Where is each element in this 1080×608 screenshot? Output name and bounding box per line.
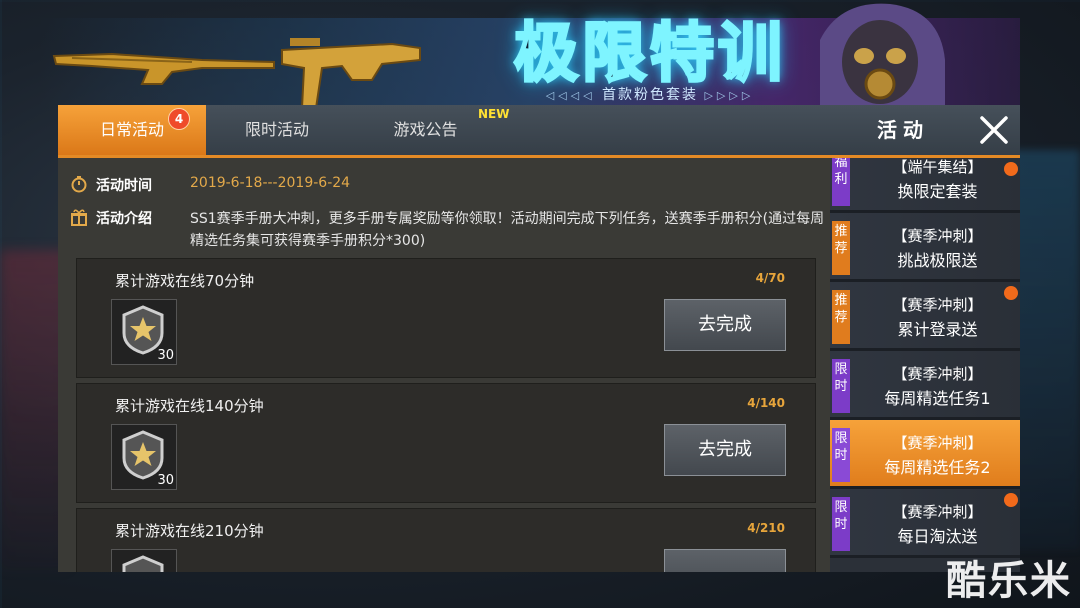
side-item-tag: 福利: [832, 158, 850, 206]
banner-title: 极限特训: [513, 16, 786, 93]
side-item-title: 换限定套装: [897, 182, 978, 201]
side-item-title: 每周精选任务2: [884, 458, 991, 477]
side-item-title: 累计登录送: [897, 320, 978, 339]
side-item-title: 每日淘汰送: [897, 527, 978, 546]
gift-icon: [71, 209, 87, 226]
new-badge: NEW: [478, 107, 510, 121]
tab-limited-label: 限时活动: [244, 120, 309, 139]
go-complete-button[interactable]: [664, 549, 786, 572]
reward-item[interactable]: 30: [111, 299, 177, 365]
banner-subtitle: ◁◁◁◁ 首款粉色套装 ▷▷▷▷: [520, 84, 780, 104]
side-item-category: 【赛季冲刺】: [892, 503, 983, 521]
task-progress: 4/70: [755, 271, 785, 285]
side-item-tag: 推荐: [832, 221, 850, 275]
background-neon-right: [1010, 150, 1080, 550]
side-list-item-selected[interactable]: 限时 【赛季冲刺】 每周精选任务2: [830, 420, 1020, 489]
side-item-category: 【赛季冲刺】: [892, 365, 983, 383]
task-row: 累计游戏在线140分钟 4/140 30 去完成: [76, 383, 816, 503]
activity-time-value: 2019-6-18---2019-6-24: [190, 175, 351, 191]
watermark-logo: 酷乐米: [946, 558, 1072, 604]
task-title: 累计游戏在线70分钟: [115, 272, 255, 290]
side-item-category: 【赛季冲刺】: [892, 434, 983, 452]
side-item-category: 【赛季冲刺】: [892, 296, 983, 314]
side-item-title: 挑战极限送: [897, 251, 978, 270]
side-list-item[interactable]: 福利 【端午集结】 换限定套装: [830, 158, 1020, 213]
activity-content: 活动时间 2019-6-18---2019-6-24 活动介绍 SS1赛季手册大…: [58, 158, 830, 572]
golden-rifle-image: [52, 52, 275, 85]
task-title: 累计游戏在线140分钟: [115, 397, 264, 415]
arrows-left-icon: ◁◁◁◁: [545, 89, 596, 102]
side-item-tag: 限时: [832, 359, 850, 413]
reward-quantity: 30: [157, 348, 174, 363]
stopwatch-icon: [71, 176, 87, 193]
side-item-category: 【端午集结】: [892, 158, 983, 176]
red-dot-indicator: [1004, 162, 1018, 176]
side-list-item[interactable]: 限时 【赛季冲刺】 每周精选任务1: [830, 351, 1020, 420]
side-list-item[interactable]: 推荐 【赛季冲刺】 累计登录送: [830, 282, 1020, 351]
notification-count-badge: 4: [168, 108, 190, 130]
side-item-category: 【赛季冲刺】: [892, 227, 983, 245]
reward-quantity: 30: [157, 473, 174, 488]
side-item-title: 每周精选任务1: [884, 389, 991, 408]
arrows-right-icon: ▷▷▷▷: [704, 89, 755, 102]
golden-smg-image: [281, 38, 421, 109]
tab-announcement-label: 游戏公告: [393, 120, 458, 139]
tab-limited-activities[interactable]: 限时活动: [206, 105, 348, 155]
go-complete-button[interactable]: 去完成: [664, 299, 786, 351]
panel-title: 活动: [877, 118, 929, 142]
task-progress: 4/210: [747, 521, 785, 535]
activity-side-list: 福利 【端午集结】 换限定套装 推荐 【赛季冲刺】 挑战极限送 推荐 【赛季冲刺…: [830, 158, 1020, 572]
reward-item[interactable]: [111, 549, 177, 572]
task-row: 累计游戏在线210分钟 4/210: [76, 508, 816, 572]
go-complete-button[interactable]: 去完成: [664, 424, 786, 476]
activity-intro-label: 活动介绍: [96, 211, 152, 227]
gas-mask-character-image: [820, 3, 945, 110]
reward-item[interactable]: 30: [111, 424, 177, 490]
side-item-tag: 推荐: [832, 290, 850, 344]
side-item-tag: 限时: [832, 428, 850, 482]
task-title: 累计游戏在线210分钟: [115, 522, 264, 540]
activity-panel: 日常活动 4 限时活动 游戏公告 NEW 活动 活动时间 2019-6-18--…: [58, 105, 1020, 572]
tab-daily-label: 日常活动: [99, 120, 164, 139]
close-x-icon[interactable]: [974, 110, 1014, 150]
side-item-tag: 限时: [832, 497, 850, 551]
task-row: 累计游戏在线70分钟 4/70 30 去完成: [76, 258, 816, 378]
activity-time-label: 活动时间: [96, 178, 152, 194]
tab-bar: 日常活动 4 限时活动 游戏公告 NEW 活动: [58, 105, 1020, 158]
star-shield-icon: [122, 555, 164, 572]
side-list-item[interactable]: 推荐 【赛季冲刺】 挑战极限送: [830, 213, 1020, 282]
red-dot-indicator: [1004, 286, 1018, 300]
red-dot-indicator: [1004, 493, 1018, 507]
task-progress: 4/140: [747, 396, 785, 410]
banner-subtitle-text: 首款粉色套装: [602, 87, 698, 103]
activity-intro-text: SS1赛季手册大冲刺，更多手册专属奖励等你领取！活动期间完成下列任务，送赛季手册…: [190, 211, 825, 249]
